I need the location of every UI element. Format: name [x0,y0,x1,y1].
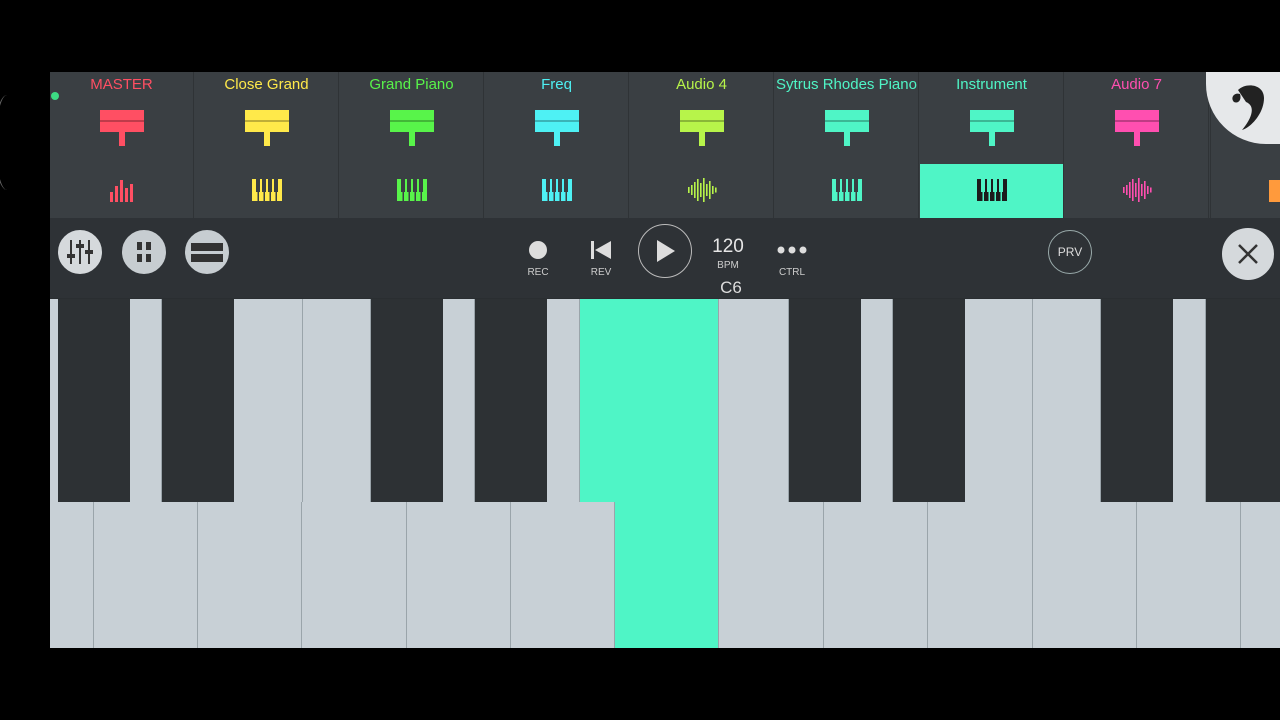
white-key-upper[interactable] [719,299,789,502]
channel-name: Close Grand [224,76,309,93]
channel-name: Sytrus Rhodes Piano [776,76,917,93]
waveform-icon [1119,176,1155,204]
channel-name: Audio 7 [1111,76,1162,93]
skip-back-icon [591,241,611,259]
waveform-icon [684,176,720,204]
record-dot-icon [529,241,547,259]
transport-bar: REC REV 120 BPM CTRL PRV C6 [50,218,1280,298]
white-key-upper[interactable] [547,299,580,502]
black-key[interactable] [789,299,861,502]
preview-button[interactable]: PRV [1048,230,1092,274]
channel-2[interactable]: Grand Piano [340,72,484,218]
playlist-button[interactable] [185,230,229,274]
white-key-upper[interactable] [444,299,475,502]
step-sequencer-icon [137,242,151,262]
close-icon [1238,244,1258,264]
white-key-upper[interactable] [1033,299,1101,502]
black-key[interactable] [58,299,130,502]
channel-3[interactable]: Freq [485,72,629,218]
channel-1[interactable]: Close Grand [195,72,339,218]
channel-0[interactable]: MASTER [50,72,194,218]
channel-volume-fader[interactable] [825,110,869,146]
white-key-upper[interactable] [964,299,1033,502]
channel-7[interactable]: Audio 7 [1065,72,1209,218]
rewind-button[interactable]: REV [583,240,619,278]
black-key[interactable] [475,299,547,502]
playlist-icon [191,243,223,262]
mixer-icon [104,176,140,204]
black-key[interactable] [162,299,234,502]
channel-4[interactable]: Audio 4 [630,72,774,218]
channel-5[interactable]: Sytrus Rhodes Piano [775,72,919,218]
black-key[interactable] [893,299,965,502]
piano-keys-icon [394,176,430,204]
more-dots-icon [777,246,807,254]
bpm-control[interactable]: 120 BPM [708,236,748,271]
channel-volume-fader[interactable] [245,110,289,146]
black-key[interactable] [371,299,443,502]
piano-keys-icon [539,176,575,204]
channel-volume-fader[interactable] [390,110,434,146]
channel-volume-fader[interactable] [680,110,724,146]
selection-indicator-dot [51,92,59,100]
play-button[interactable] [638,224,692,278]
channel-type-stub [1269,180,1280,202]
mixer-sliders-icon [67,240,93,264]
piano-keys-icon [829,176,865,204]
channel-volume-fader[interactable] [970,110,1014,146]
preview-label: PRV [1057,245,1083,259]
mixer-button[interactable] [58,230,102,274]
play-icon [657,240,675,262]
bpm-value: 120 [712,236,744,257]
white-key-upper[interactable] [234,299,303,502]
record-label: REC [527,267,549,278]
piano-keyboard [50,299,1280,648]
white-key-upper[interactable] [303,299,371,502]
white-key-upper[interactable] [1174,299,1206,502]
white-key-upper[interactable] [580,299,719,502]
screen-edge-arc [0,95,20,190]
channel-6[interactable]: Instrument [920,72,1064,218]
channel-name: Instrument [956,76,1027,93]
channel-strip: MASTER Close Grand Grand Piano Freq Audio 4 S… [50,72,1280,218]
control-label: CTRL [778,267,806,278]
white-key-upper[interactable] [130,299,162,502]
bpm-label: BPM [717,260,739,271]
white-key-upper[interactable] [860,299,893,502]
channel-name: Freq [541,76,572,93]
fl-studio-mobile-app: MASTER Close Grand Grand Piano Freq Audio 4 S… [50,72,1280,648]
record-button[interactable]: REC [520,240,556,278]
piano-keys-icon [974,176,1010,204]
black-key[interactable] [1206,299,1280,502]
piano-keys-icon [249,176,285,204]
channel-volume-fader[interactable] [535,110,579,146]
channel-rack-button[interactable] [122,230,166,274]
channel-name: Audio 4 [676,76,727,93]
channel-name: Grand Piano [369,76,454,93]
current-note-label: C6 [720,278,742,297]
channel-volume-fader[interactable] [100,110,144,146]
rewind-label: REV [590,267,612,278]
black-key[interactable] [1101,299,1173,502]
channel-name: MASTER [90,76,153,93]
control-button[interactable]: CTRL [772,240,812,278]
channel-volume-fader[interactable] [1115,110,1159,146]
close-keyboard-button[interactable] [1222,228,1274,280]
